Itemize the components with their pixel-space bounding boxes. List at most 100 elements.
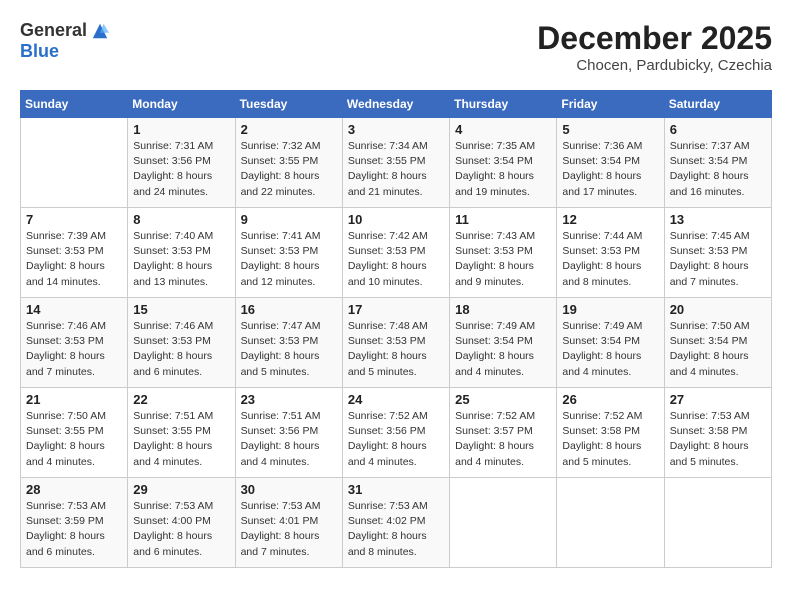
day-info: Sunrise: 7:53 AMSunset: 3:59 PMDaylight:… <box>26 499 122 560</box>
day-number: 10 <box>348 212 444 227</box>
day-number: 21 <box>26 392 122 407</box>
week-row-5: 28 Sunrise: 7:53 AMSunset: 3:59 PMDayligh… <box>21 478 772 568</box>
page-header: General Blue December 2025 Chocen, Pardu… <box>20 20 772 74</box>
day-info: Sunrise: 7:39 AMSunset: 3:53 PMDaylight:… <box>26 229 122 290</box>
header-sunday: Sunday <box>21 91 128 118</box>
day-number: 9 <box>241 212 337 227</box>
day-number: 18 <box>455 302 551 317</box>
day-info: Sunrise: 7:49 AMSunset: 3:54 PMDaylight:… <box>455 319 551 380</box>
day-info: Sunrise: 7:34 AMSunset: 3:55 PMDaylight:… <box>348 139 444 200</box>
day-cell: 23 Sunrise: 7:51 AMSunset: 3:56 PMDayligh… <box>235 388 342 478</box>
day-cell: 9Sunrise: 7:41 AMSunset: 3:53 PMDaylight… <box>235 208 342 298</box>
day-number: 23 <box>241 392 337 407</box>
day-cell: 27Sunrise: 7:53 AMSunset: 3:58 PMDayligh… <box>664 388 771 478</box>
day-info: Sunrise: 7:52 AMSunset: 3:57 PMDaylight:… <box>455 409 551 470</box>
day-cell: 1Sunrise: 7:31 AMSunset: 3:56 PMDaylight… <box>128 118 235 208</box>
day-cell: 22 Sunrise: 7:51 AMSunset: 3:55 PMDayligh… <box>128 388 235 478</box>
day-cell: 25 Sunrise: 7:52 AMSunset: 3:57 PMDayligh… <box>450 388 557 478</box>
day-number: 24 <box>348 392 444 407</box>
day-number: 20 <box>670 302 766 317</box>
day-cell: 18 Sunrise: 7:49 AMSunset: 3:54 PMDayligh… <box>450 298 557 388</box>
day-cell: 31 Sunrise: 7:53 AMSunset: 4:02 PMDayligh… <box>342 478 449 568</box>
day-info: Sunrise: 7:50 AMSunset: 3:54 PMDaylight:… <box>670 319 766 380</box>
day-cell: 24 Sunrise: 7:52 AMSunset: 3:56 PMDayligh… <box>342 388 449 478</box>
day-cell: 26 Sunrise: 7:52 AMSunset: 3:58 PMDayligh… <box>557 388 664 478</box>
header-thursday: Thursday <box>450 91 557 118</box>
day-cell <box>664 478 771 568</box>
day-info: Sunrise: 7:37 AMSunset: 3:54 PMDaylight:… <box>670 139 766 200</box>
day-number: 4 <box>455 122 551 137</box>
day-cell: 21 Sunrise: 7:50 AMSunset: 3:55 PMDayligh… <box>21 388 128 478</box>
day-number: 27 <box>670 392 766 407</box>
day-cell: 29Sunrise: 7:53 AMSunset: 4:00 PMDayligh… <box>128 478 235 568</box>
day-number: 31 <box>348 482 444 497</box>
day-cell <box>557 478 664 568</box>
logo-general: General <box>20 20 87 41</box>
header-row: SundayMondayTuesdayWednesdayThursdayFrid… <box>21 91 772 118</box>
day-cell: 16 Sunrise: 7:47 AMSunset: 3:53 PMDayligh… <box>235 298 342 388</box>
day-number: 13 <box>670 212 766 227</box>
day-info: Sunrise: 7:32 AMSunset: 3:55 PMDaylight:… <box>241 139 337 200</box>
day-number: 17 <box>348 302 444 317</box>
day-info: Sunrise: 7:51 AMSunset: 3:55 PMDaylight:… <box>133 409 229 470</box>
day-number: 7 <box>26 212 122 227</box>
day-info: Sunrise: 7:47 AMSunset: 3:53 PMDaylight:… <box>241 319 337 380</box>
day-cell: 11Sunrise: 7:43 AMSunset: 3:53 PMDayligh… <box>450 208 557 298</box>
day-cell: 12Sunrise: 7:44 AMSunset: 3:53 PMDayligh… <box>557 208 664 298</box>
header-tuesday: Tuesday <box>235 91 342 118</box>
month-title: December 2025 <box>537 20 772 57</box>
day-cell: 30Sunrise: 7:53 AMSunset: 4:01 PMDayligh… <box>235 478 342 568</box>
day-number: 16 <box>241 302 337 317</box>
day-cell <box>450 478 557 568</box>
day-cell: 19Sunrise: 7:49 AMSunset: 3:54 PMDayligh… <box>557 298 664 388</box>
day-cell: 14 Sunrise: 7:46 AMSunset: 3:53 PMDayligh… <box>21 298 128 388</box>
day-cell <box>21 118 128 208</box>
day-cell: 15Sunrise: 7:46 AMSunset: 3:53 PMDayligh… <box>128 298 235 388</box>
day-info: Sunrise: 7:40 AMSunset: 3:53 PMDaylight:… <box>133 229 229 290</box>
day-cell: 6 Sunrise: 7:37 AMSunset: 3:54 PMDaylight… <box>664 118 771 208</box>
day-info: Sunrise: 7:51 AMSunset: 3:56 PMDaylight:… <box>241 409 337 470</box>
week-row-4: 21 Sunrise: 7:50 AMSunset: 3:55 PMDayligh… <box>21 388 772 478</box>
day-info: Sunrise: 7:53 AMSunset: 4:01 PMDaylight:… <box>241 499 337 560</box>
day-number: 25 <box>455 392 551 407</box>
day-cell: 5 Sunrise: 7:36 AMSunset: 3:54 PMDaylight… <box>557 118 664 208</box>
day-number: 2 <box>241 122 337 137</box>
day-number: 22 <box>133 392 229 407</box>
day-number: 3 <box>348 122 444 137</box>
day-info: Sunrise: 7:42 AMSunset: 3:53 PMDaylight:… <box>348 229 444 290</box>
logo-icon <box>91 22 109 40</box>
day-number: 5 <box>562 122 658 137</box>
day-number: 26 <box>562 392 658 407</box>
location-subtitle: Chocen, Pardubicky, Czechia <box>537 57 772 74</box>
calendar-table: SundayMondayTuesdayWednesdayThursdayFrid… <box>20 90 772 568</box>
day-info: Sunrise: 7:46 AMSunset: 3:53 PMDaylight:… <box>26 319 122 380</box>
day-number: 29 <box>133 482 229 497</box>
day-cell: 2 Sunrise: 7:32 AMSunset: 3:55 PMDaylight… <box>235 118 342 208</box>
logo: General Blue <box>20 20 109 62</box>
day-number: 14 <box>26 302 122 317</box>
day-info: Sunrise: 7:53 AMSunset: 4:02 PMDaylight:… <box>348 499 444 560</box>
day-number: 12 <box>562 212 658 227</box>
week-row-1: 1Sunrise: 7:31 AMSunset: 3:56 PMDaylight… <box>21 118 772 208</box>
week-row-3: 14 Sunrise: 7:46 AMSunset: 3:53 PMDayligh… <box>21 298 772 388</box>
header-wednesday: Wednesday <box>342 91 449 118</box>
day-number: 6 <box>670 122 766 137</box>
day-info: Sunrise: 7:52 AMSunset: 3:56 PMDaylight:… <box>348 409 444 470</box>
day-info: Sunrise: 7:43 AMSunset: 3:53 PMDaylight:… <box>455 229 551 290</box>
day-info: Sunrise: 7:48 AMSunset: 3:53 PMDaylight:… <box>348 319 444 380</box>
header-monday: Monday <box>128 91 235 118</box>
logo-blue: Blue <box>20 41 59 62</box>
day-number: 28 <box>26 482 122 497</box>
day-info: Sunrise: 7:50 AMSunset: 3:55 PMDaylight:… <box>26 409 122 470</box>
day-info: Sunrise: 7:52 AMSunset: 3:58 PMDaylight:… <box>562 409 658 470</box>
day-cell: 17 Sunrise: 7:48 AMSunset: 3:53 PMDayligh… <box>342 298 449 388</box>
day-info: Sunrise: 7:36 AMSunset: 3:54 PMDaylight:… <box>562 139 658 200</box>
day-cell: 20 Sunrise: 7:50 AMSunset: 3:54 PMDayligh… <box>664 298 771 388</box>
day-info: Sunrise: 7:35 AMSunset: 3:54 PMDaylight:… <box>455 139 551 200</box>
day-cell: 10 Sunrise: 7:42 AMSunset: 3:53 PMDayligh… <box>342 208 449 298</box>
day-number: 1 <box>133 122 229 137</box>
day-cell: 8Sunrise: 7:40 AMSunset: 3:53 PMDaylight… <box>128 208 235 298</box>
day-info: Sunrise: 7:45 AMSunset: 3:53 PMDaylight:… <box>670 229 766 290</box>
day-info: Sunrise: 7:46 AMSunset: 3:53 PMDaylight:… <box>133 319 229 380</box>
day-cell: 13 Sunrise: 7:45 AMSunset: 3:53 PMDayligh… <box>664 208 771 298</box>
